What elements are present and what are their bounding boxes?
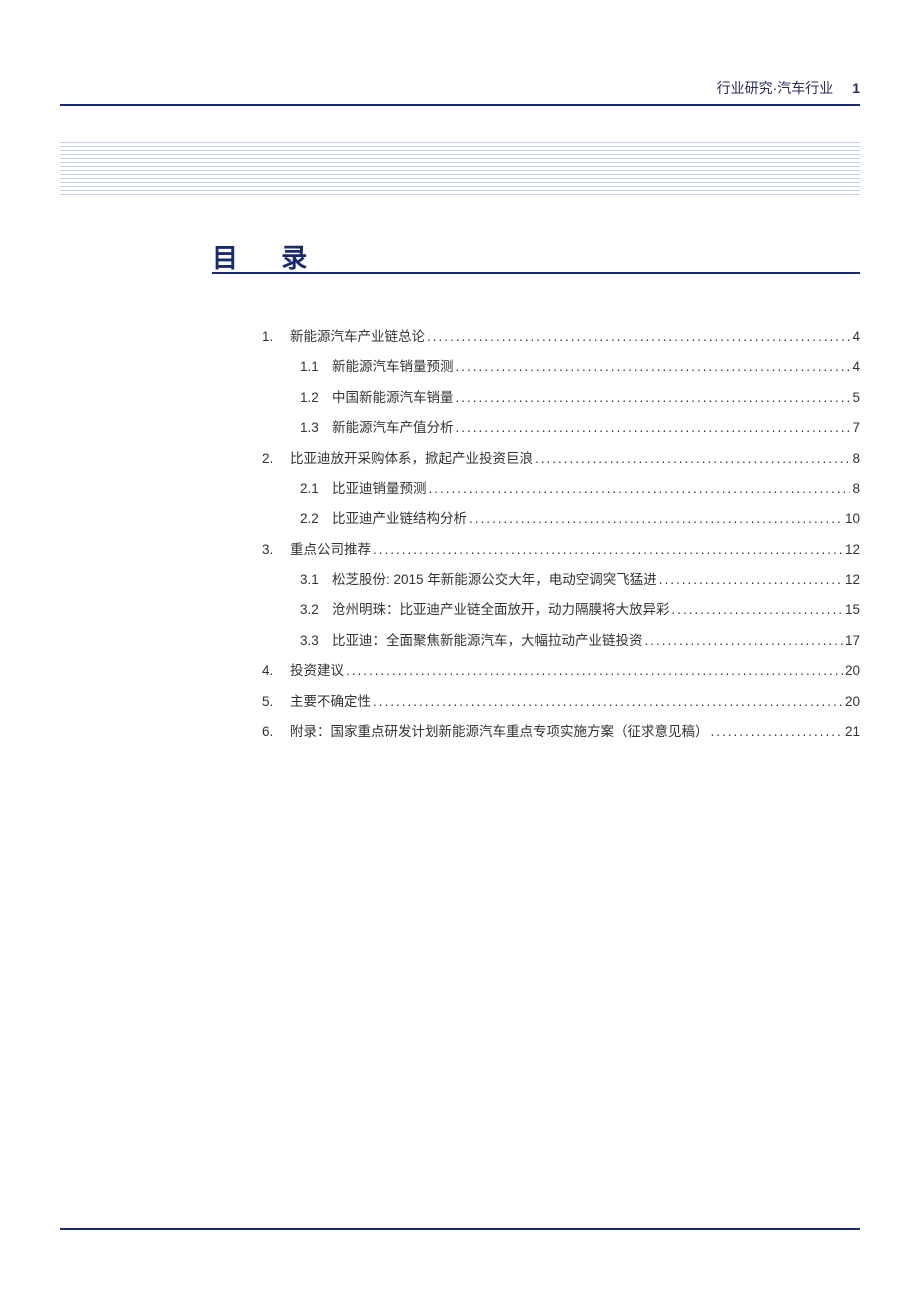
toc-leader-dots: ........................................… (469, 504, 843, 534)
toc-entry: 1.新能源汽车产业链总论............................… (262, 322, 860, 352)
toc-leader-dots: ........................................… (427, 322, 850, 352)
toc-entry-page: 7 (852, 413, 860, 443)
toc-leader-dots: ........................................… (346, 656, 843, 686)
toc-entry-title: 比亚迪放开采购体系，掀起产业投资巨浪 (290, 444, 533, 474)
toc-entry-number: 3.1 (300, 565, 332, 595)
toc-entry-title: 比亚迪：全面聚焦新能源汽车，大幅拉动产业链投资 (332, 626, 643, 656)
toc-title: 目 录 (212, 238, 325, 275)
decorative-stripes (60, 142, 860, 197)
toc-entry-number: 1.1 (300, 352, 332, 382)
toc-entry-page: 21 (845, 717, 860, 747)
footer-divider (60, 1228, 860, 1230)
toc-leader-dots: ........................................… (456, 352, 851, 382)
toc-entry-title: 重点公司推荐 (290, 535, 371, 565)
toc-entry-number: 3.2 (300, 595, 332, 625)
toc-entry: 5.主要不确定性................................… (262, 687, 860, 717)
toc-entry-number: 3. (262, 535, 290, 565)
toc-entry-title: 比亚迪产业链结构分析 (332, 504, 467, 534)
toc-entry-number: 2. (262, 444, 290, 474)
toc-entry-number: 4. (262, 656, 290, 686)
toc-entry-page: 12 (845, 565, 860, 595)
toc-entry: 2.1比亚迪销量预测..............................… (262, 474, 860, 504)
toc-entry: 3.3比亚迪：全面聚焦新能源汽车，大幅拉动产业链投资..............… (262, 626, 860, 656)
toc-entry-page: 20 (845, 656, 860, 686)
toc-entry-title: 中国新能源汽车销量 (332, 383, 454, 413)
toc-entry-title: 沧州明珠：比亚迪产业链全面放开，动力隔膜将大放异彩 (332, 595, 670, 625)
toc-entry-number: 1. (262, 322, 290, 352)
toc-entry-title: 主要不确定性 (290, 687, 371, 717)
toc-leader-dots: ........................................… (645, 626, 843, 656)
toc-entry-number: 3.3 (300, 626, 332, 656)
toc-leader-dots: ........................................… (373, 687, 843, 717)
page-number: 1 (852, 80, 860, 96)
toc-list: 1.新能源汽车产业链总论............................… (262, 322, 860, 747)
toc-entry: 1.3新能源汽车产值分析............................… (262, 413, 860, 443)
toc-entry-page: 4 (852, 352, 860, 382)
toc-entry-title: 新能源汽车产业链总论 (290, 322, 425, 352)
toc-entry-page: 5 (852, 383, 860, 413)
toc-entry: 3.重点公司推荐................................… (262, 535, 860, 565)
toc-entry-page: 8 (852, 444, 860, 474)
toc-leader-dots: ........................................… (535, 444, 850, 474)
toc-entry: 3.1松芝股份: 2015 年新能源公交大年，电动空调突飞猛进.........… (262, 565, 860, 595)
toc-entry-page: 10 (845, 504, 860, 534)
toc-entry-page: 12 (845, 535, 860, 565)
toc-entry: 2.2比亚迪产业链结构分析...........................… (262, 504, 860, 534)
toc-entry-number: 2.1 (300, 474, 332, 504)
toc-entry: 1.1新能源汽车销量预测............................… (262, 352, 860, 382)
toc-leader-dots: ........................................… (373, 535, 843, 565)
toc-entry-title: 松芝股份: 2015 年新能源公交大年，电动空调突飞猛进 (332, 565, 657, 595)
toc-leader-dots: ........................................… (429, 474, 851, 504)
toc-entry-number: 1.2 (300, 383, 332, 413)
toc-entry-number: 2.2 (300, 504, 332, 534)
toc-entry: 2.比亚迪放开采购体系，掀起产业投资巨浪....................… (262, 444, 860, 474)
toc-leader-dots: ........................................… (659, 565, 843, 595)
toc-entry-number: 6. (262, 717, 290, 747)
toc-leader-dots: ........................................… (456, 383, 851, 413)
toc-leader-dots: ........................................… (672, 595, 843, 625)
page-header: 行业研究·汽车行业 1 (717, 78, 860, 98)
toc-entry: 6.附录：国家重点研发计划新能源汽车重点专项实施方案（征求意见稿）.......… (262, 717, 860, 747)
toc-entry-page: 20 (845, 687, 860, 717)
toc-entry-title: 附录：国家重点研发计划新能源汽车重点专项实施方案（征求意见稿） (290, 717, 709, 747)
toc-leader-dots: ........................................… (456, 413, 851, 443)
toc-entry: 1.2中国新能源汽车销量............................… (262, 383, 860, 413)
toc-entry-title: 新能源汽车产值分析 (332, 413, 454, 443)
toc-entry-page: 17 (845, 626, 860, 656)
toc-entry-page: 4 (852, 322, 860, 352)
breadcrumb: 行业研究·汽车行业 (717, 80, 834, 96)
header-divider (60, 104, 860, 106)
toc-entry-page: 15 (845, 595, 860, 625)
toc-leader-dots: ........................................… (711, 717, 843, 747)
toc-entry-page: 8 (852, 474, 860, 504)
toc-entry-title: 投资建议 (290, 656, 344, 686)
toc-entry: 4.投资建议..................................… (262, 656, 860, 686)
toc-entry-title: 新能源汽车销量预测 (332, 352, 454, 382)
toc-entry: 3.2沧州明珠：比亚迪产业链全面放开，动力隔膜将大放异彩............… (262, 595, 860, 625)
toc-entry-number: 1.3 (300, 413, 332, 443)
toc-entry-number: 5. (262, 687, 290, 717)
toc-title-underline (212, 272, 860, 274)
toc-entry-title: 比亚迪销量预测 (332, 474, 427, 504)
